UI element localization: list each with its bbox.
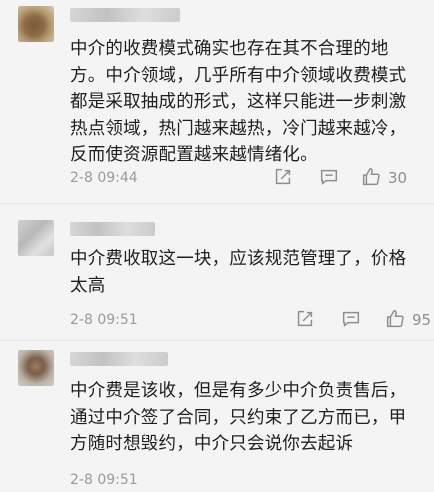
avatar[interactable] <box>18 220 54 256</box>
comment-feed: 中介的收费模式确实也存在其不合理的地方。中介领域，几乎所有中介领域收费模式都是采… <box>0 0 434 488</box>
username-blurred[interactable] <box>70 8 180 22</box>
comment-icon[interactable] <box>318 166 342 190</box>
comment-meta: 2-8 09:51 <box>70 468 422 492</box>
username-blurred[interactable] <box>70 222 155 236</box>
comment-item: 中介的收费模式确实也存在其不合理的地方。中介领域，几乎所有中介领域收费模式都是采… <box>0 6 434 196</box>
comment-meta: 2-8 09:51 95 <box>70 308 431 332</box>
comment-meta: 2-8 09:44 30 <box>70 166 422 190</box>
avatar[interactable] <box>18 350 54 386</box>
divider <box>0 340 434 341</box>
comment-item: 中介费收取这一块，应该规范管理了，价格太高 2-8 09:51 95 <box>0 220 434 335</box>
username-blurred[interactable] <box>70 352 168 366</box>
divider <box>0 203 434 204</box>
like-icon[interactable] <box>384 308 408 332</box>
timestamp: 2-8 09:51 <box>70 472 138 488</box>
timestamp: 2-8 09:44 <box>70 170 138 186</box>
avatar[interactable] <box>18 6 54 42</box>
share-icon[interactable] <box>294 308 318 332</box>
like-icon[interactable] <box>360 166 384 190</box>
comment-text: 中介费收取这一块，应该规范管理了，价格太高 <box>70 249 407 296</box>
timestamp: 2-8 09:51 <box>70 312 138 328</box>
share-icon[interactable] <box>272 166 296 190</box>
like-count: 30 <box>388 169 408 187</box>
comment-text: 中介的收费模式确实也存在其不合理的地方。中介领域，几乎所有中介领域收费模式都是采… <box>70 39 407 165</box>
comment-item: 中介费是该收，但是有多少中介负责售后，通过中介签了合同，只约束了乙方而已，甲方随… <box>0 350 434 488</box>
comment-text: 中介费是该收，但是有多少中介负责售后，通过中介签了合同，只约束了乙方而已，甲方随… <box>70 381 407 454</box>
like-count: 95 <box>412 311 432 329</box>
comment-icon[interactable] <box>340 308 364 332</box>
